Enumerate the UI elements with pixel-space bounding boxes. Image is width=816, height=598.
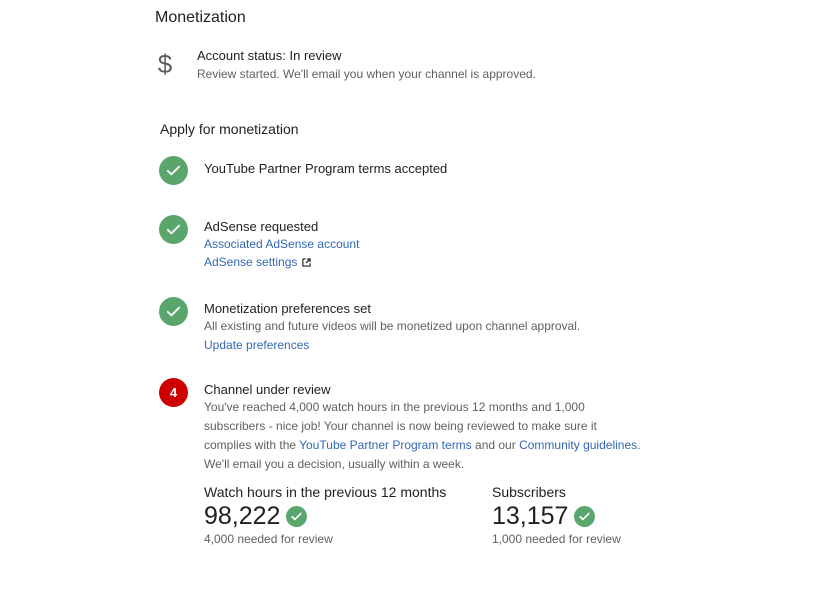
check-circle-icon — [159, 156, 188, 185]
dollar-icon: $ — [157, 49, 173, 79]
metric-value: 98,222 — [204, 502, 281, 530]
metric-note: 4,000 needed for review — [204, 532, 333, 546]
page-title: Monetization — [155, 9, 246, 26]
description-line: subscribers - nice job! Your channel is … — [204, 419, 597, 433]
adsense-settings-link[interactable]: AdSense settings — [204, 253, 312, 271]
step-title: Channel under review — [204, 382, 331, 397]
update-preferences-link[interactable]: Update preferences — [204, 336, 309, 354]
apply-section-title: Apply for monetization — [160, 121, 299, 137]
community-guidelines-link[interactable]: Community guidelines — [519, 438, 637, 452]
subscribers-metric: Subscribers 13,157 1,000 needed for revi… — [492, 484, 621, 546]
description-text: complies with the — [204, 438, 300, 452]
account-status-description: Review started. We'll email you when you… — [197, 67, 536, 81]
metric-note: 1,000 needed for review — [492, 532, 621, 546]
associated-adsense-account-link[interactable]: Associated AdSense account — [204, 235, 359, 253]
ypp-terms-link[interactable]: YouTube Partner Program terms — [299, 438, 472, 452]
step-title: YouTube Partner Program terms accepted — [204, 161, 448, 176]
step-description: You've reached 4,000 watch hours in the … — [204, 398, 664, 474]
step-title: Monetization preferences set — [204, 301, 371, 316]
check-circle-icon — [574, 505, 596, 527]
description-line: You've reached 4,000 watch hours in the … — [204, 400, 585, 414]
description-line: We'll email you a decision, usually with… — [204, 457, 465, 471]
check-circle-icon — [159, 297, 188, 326]
account-status-title: Account status: In review — [197, 48, 342, 63]
metric-value: 13,157 — [492, 502, 569, 530]
description-line: complies with the YouTube Partner Progra… — [204, 436, 664, 455]
metric-label: Subscribers — [492, 484, 566, 500]
watch-hours-metric: Watch hours in the previous 12 months 98… — [204, 484, 446, 546]
step-number-badge: 4 — [159, 378, 188, 407]
description-text: and our — [471, 438, 520, 452]
step-title: AdSense requested — [204, 219, 319, 234]
open-in-new-icon — [302, 258, 312, 267]
check-circle-icon — [286, 505, 308, 527]
description-text: . — [637, 438, 641, 452]
check-circle-icon — [159, 215, 188, 244]
step-description: All existing and future videos will be m… — [204, 319, 581, 333]
adsense-settings-label: AdSense settings — [204, 255, 298, 269]
metric-label: Watch hours in the previous 12 months — [204, 484, 447, 500]
